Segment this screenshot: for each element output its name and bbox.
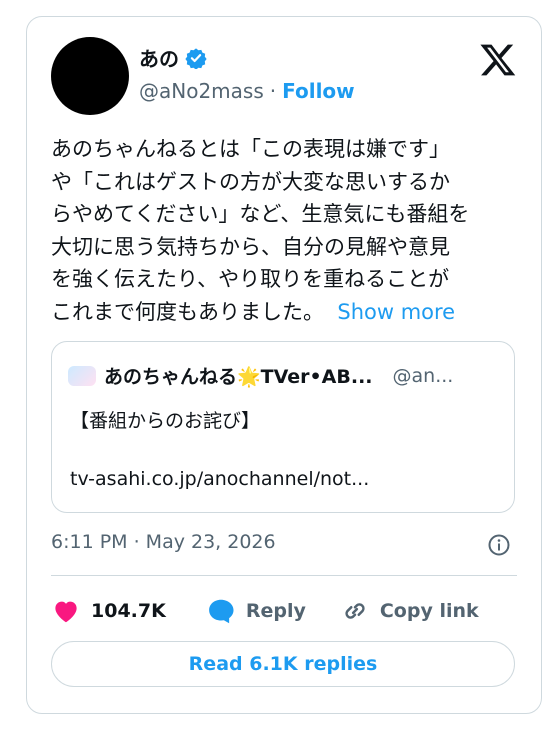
copy-link-button[interactable]: Copy link (340, 596, 479, 626)
copy-link-label: Copy link (379, 600, 479, 622)
action-bar: 104.7K Reply Copy link (51, 591, 519, 631)
separator-dot: · (269, 79, 277, 103)
show-more-link[interactable]: Show more (337, 300, 455, 324)
quoted-post-header: あのちゃんねる🌟TVer•AB... @an... (68, 362, 498, 389)
post-timestamp[interactable]: 6:11 PM · May 23, 2026 (51, 531, 276, 553)
avatar[interactable] (51, 37, 129, 115)
author-name[interactable]: あの (139, 43, 179, 72)
quoted-post-card[interactable]: あのちゃんねる🌟TVer•AB... @an... 【番組からのお詫び】 tv-… (51, 341, 515, 513)
post-body: あのちゃんねるとは「この表現は嫌です」 や「これはゲストの方が大変な思いするか … (51, 133, 521, 328)
author-name-row: あの (139, 43, 207, 72)
reply-bubble-icon (208, 599, 234, 624)
divider (51, 575, 517, 576)
reply-button[interactable]: Reply (206, 596, 306, 626)
like-button[interactable]: 104.7K (51, 596, 166, 626)
follow-button[interactable]: Follow (282, 79, 355, 103)
quoted-author-name: あのちゃんねる🌟TVer•AB... (104, 366, 373, 388)
post-text: あのちゃんねるとは「この表現は嫌です」 や「これはゲストの方が大変な思いするか … (51, 137, 470, 324)
quoted-post-link[interactable]: tv-asahi.co.jp/anochannel/not... (70, 468, 369, 490)
heart-icon (55, 601, 77, 623)
verified-badge-icon (185, 47, 207, 69)
handle-row: @aNo2mass · Follow (139, 79, 355, 103)
x-logo-icon[interactable] (479, 41, 517, 79)
quoted-avatar (68, 365, 96, 386)
author-handle[interactable]: @aNo2mass (139, 79, 264, 103)
tweet-card: あの @aNo2mass · Follow あのちゃんねるとは「この表現は嫌です… (26, 16, 542, 714)
reply-label: Reply (245, 600, 306, 622)
like-count: 104.7K (91, 600, 166, 622)
quoted-author-handle: @an... (392, 364, 454, 387)
read-replies-button[interactable]: Read 6.1K replies (51, 641, 515, 687)
link-icon (345, 603, 365, 619)
info-icon[interactable] (487, 533, 511, 557)
quoted-post-title: 【番組からのお詫び】 (70, 410, 261, 432)
